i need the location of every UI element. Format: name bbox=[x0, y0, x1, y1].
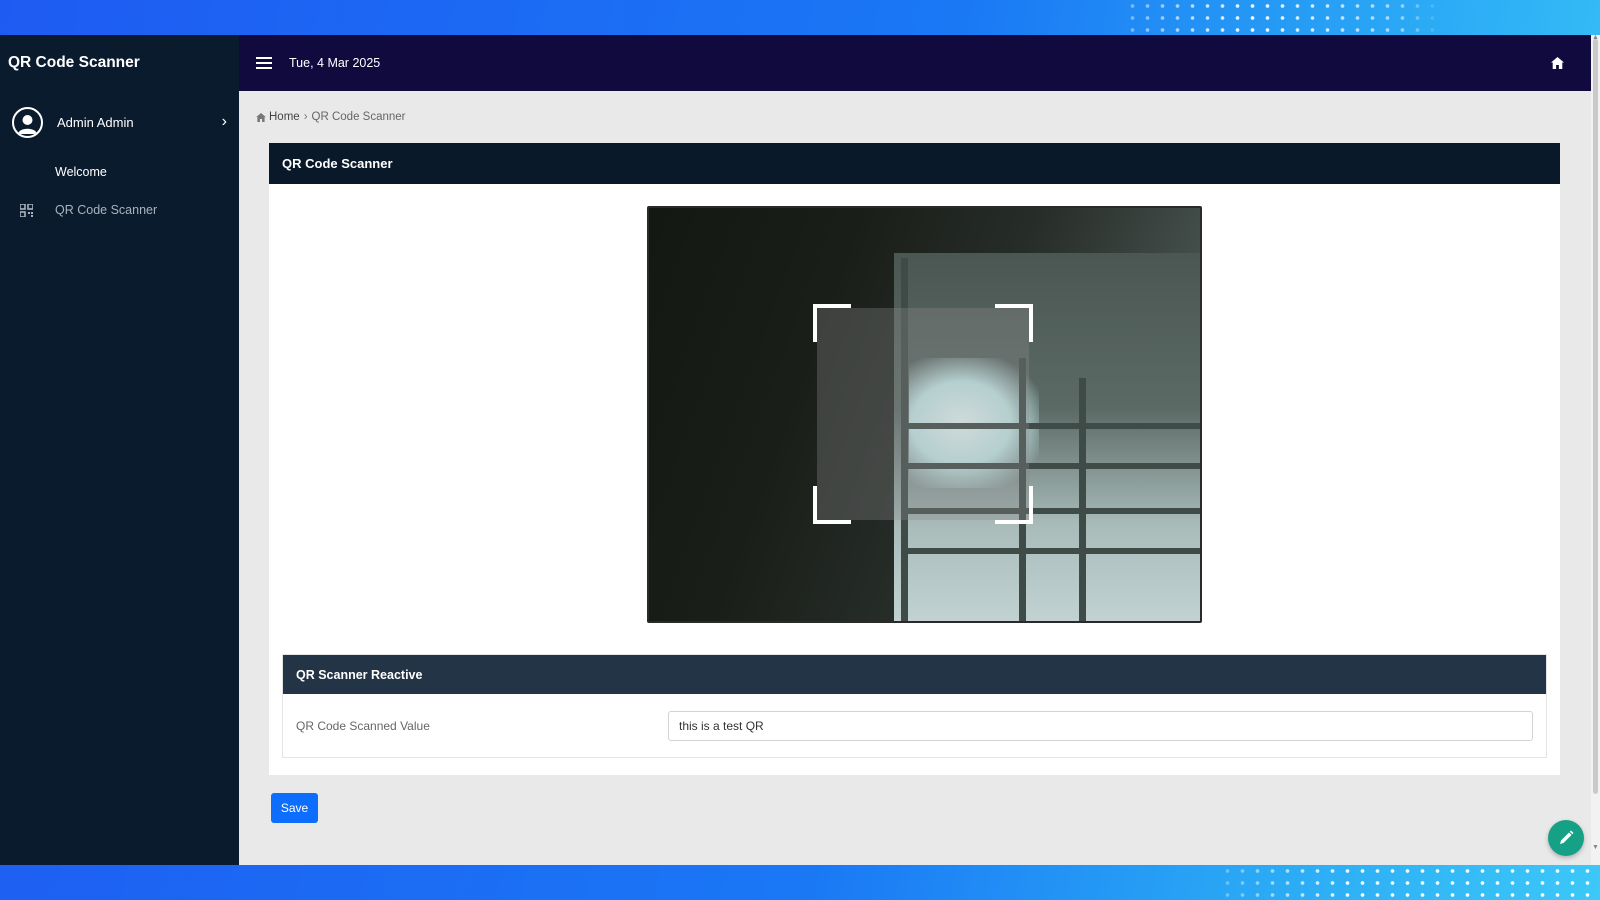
breadcrumb-current: QR Code Scanner bbox=[311, 111, 406, 123]
main-content: Tue, 4 Mar 2025 Home › QR Code Scanner Q… bbox=[239, 35, 1591, 865]
qr-reactive-panel: QR Scanner Reactive QR Code Scanned Valu… bbox=[282, 654, 1547, 758]
home-icon bbox=[256, 112, 266, 122]
edit-fab-button[interactable] bbox=[1548, 820, 1584, 856]
current-date: Tue, 4 Mar 2025 bbox=[289, 56, 381, 70]
breadcrumb: Home › QR Code Scanner bbox=[239, 91, 1591, 143]
panel-title: QR Scanner Reactive bbox=[283, 655, 1546, 694]
user-name: Admin Admin bbox=[57, 114, 134, 130]
qrcode-icon bbox=[20, 203, 35, 217]
scanner-card: QR Code Scanner QR Scanner Reactive QR C… bbox=[269, 143, 1560, 775]
save-button[interactable]: Save bbox=[271, 793, 318, 823]
chevron-right-icon: › bbox=[221, 113, 227, 130]
sidebar: QR Code Scanner Admin Admin › Welcome QR… bbox=[0, 35, 239, 865]
sidebar-item-welcome[interactable]: Welcome bbox=[0, 153, 239, 191]
pencil-icon bbox=[1560, 830, 1574, 844]
home-icon[interactable] bbox=[1551, 57, 1564, 69]
sidebar-item-qr-code-scanner[interactable]: QR Code Scanner bbox=[0, 191, 239, 229]
scrollbar-thumb[interactable] bbox=[1593, 39, 1598, 794]
user-menu[interactable]: Admin Admin › bbox=[0, 91, 239, 153]
app-brand: QR Code Scanner bbox=[8, 54, 140, 71]
background-dots bbox=[1125, 0, 1445, 35]
scroll-down-arrow-icon[interactable]: ▼ bbox=[1592, 844, 1599, 851]
card-title: QR Code Scanner bbox=[269, 143, 1560, 184]
app-window: QR Code Scanner Admin Admin › Welcome QR… bbox=[0, 35, 1591, 865]
camera-preview bbox=[647, 206, 1202, 623]
breadcrumb-home-link[interactable]: Home bbox=[269, 111, 300, 123]
scanned-value-label: QR Code Scanned Value bbox=[296, 718, 430, 733]
scanned-value-input[interactable] bbox=[668, 710, 1533, 741]
topbar: Tue, 4 Mar 2025 bbox=[239, 35, 1591, 91]
hamburger-menu-icon[interactable] bbox=[256, 57, 272, 69]
avatar bbox=[12, 106, 43, 138]
breadcrumb-separator: › bbox=[303, 111, 308, 123]
scan-region bbox=[813, 304, 1033, 524]
user-icon bbox=[18, 114, 37, 134]
vertical-scrollbar[interactable]: ▲ ▼ bbox=[1591, 34, 1600, 865]
background-dots bbox=[1220, 865, 1600, 900]
sidebar-item-label: Welcome bbox=[55, 165, 107, 179]
sidebar-item-label: QR Code Scanner bbox=[55, 203, 158, 217]
